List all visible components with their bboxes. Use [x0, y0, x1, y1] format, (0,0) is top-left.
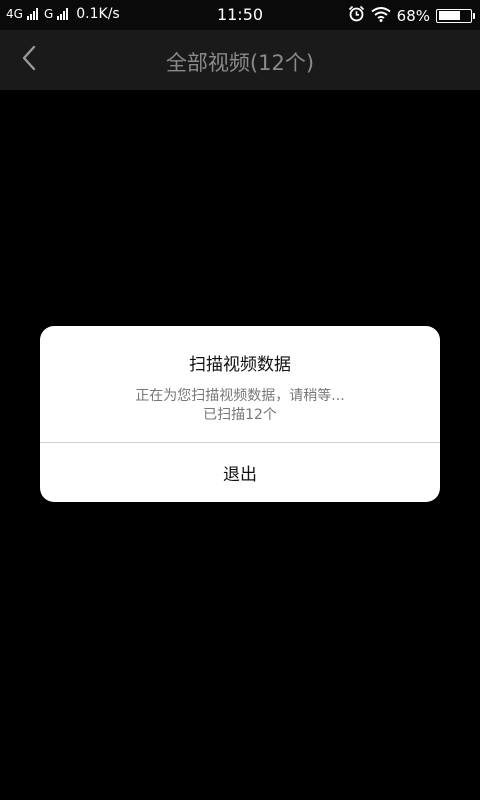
screen: 4G G 0.1K/s 11:50 68% 全部视频(12个) 扫描视频数据 正…	[0, 0, 480, 800]
battery-percent: 68%	[396, 6, 430, 25]
dialog-message: 正在为您扫描视频数据，请稍等... 已扫描12个	[40, 387, 440, 425]
status-right: 68%	[348, 5, 475, 26]
scan-dialog: 扫描视频数据 正在为您扫描视频数据，请稍等... 已扫描12个 退出	[40, 326, 440, 502]
battery-icon	[436, 8, 475, 23]
title-bar: 全部视频(12个)	[0, 30, 480, 90]
alarm-icon	[348, 5, 365, 26]
exit-button[interactable]: 退出	[40, 443, 440, 502]
battery-fill	[438, 11, 460, 20]
dialog-message-line-2: 已扫描12个	[203, 407, 277, 423]
status-bar: 4G G 0.1K/s 11:50 68%	[0, 0, 480, 30]
dialog-title: 扫描视频数据	[189, 355, 291, 375]
dialog-message-line-1: 正在为您扫描视频数据，请稍等...	[135, 388, 345, 404]
page-title: 全部视频(12个)	[165, 51, 315, 75]
wifi-icon	[371, 6, 391, 26]
